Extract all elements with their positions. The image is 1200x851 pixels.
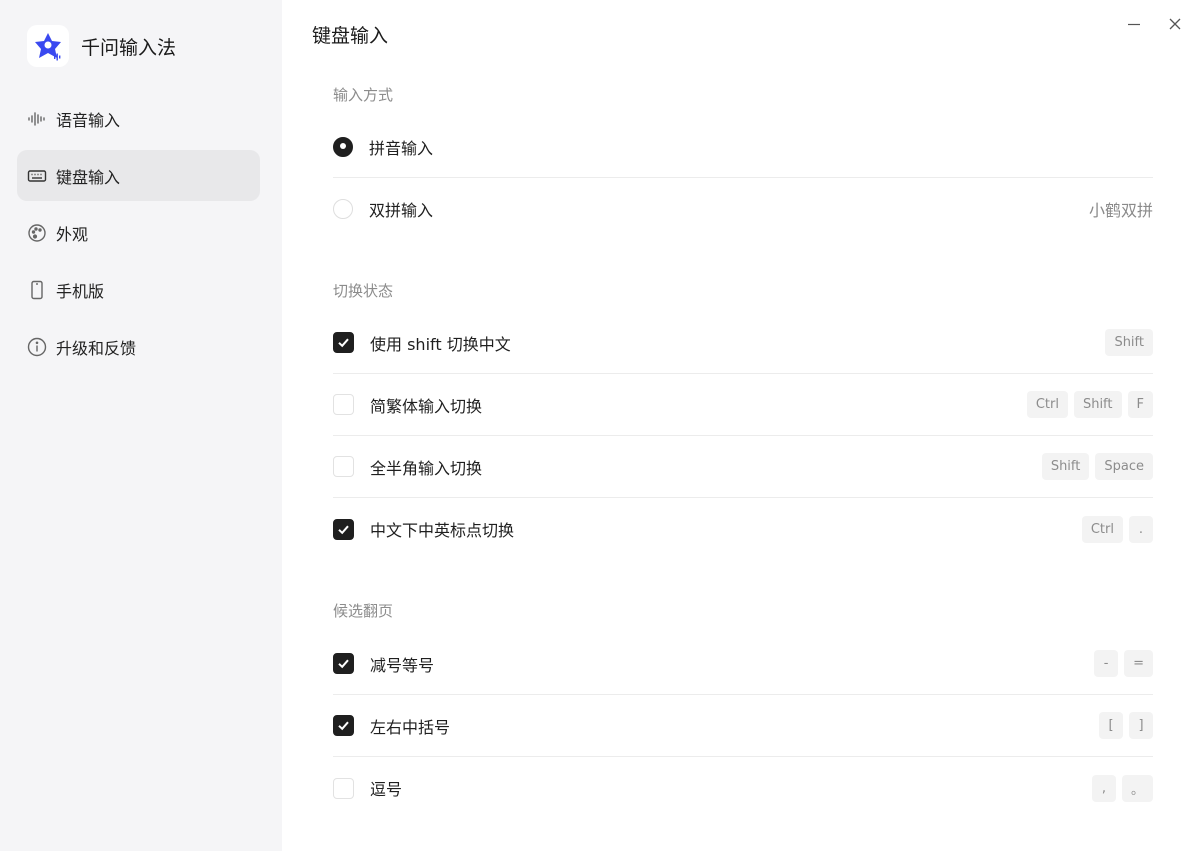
main-panel: 键盘输入 输入方式 拼音输入 双拼输入 小鹤双拼 切换状态 使用 shift 切… (282, 0, 1200, 851)
key-cap: Shift (1105, 329, 1153, 356)
close-icon (1169, 18, 1181, 30)
sidebar-item-voice-input[interactable]: 语音输入 (17, 93, 260, 144)
setting-label: 中文下中英标点切换 (370, 521, 515, 540)
checkbox[interactable] (333, 715, 354, 736)
minimize-icon (1128, 23, 1140, 26)
sidebar-item-label: 手机版 (56, 281, 105, 301)
option-label: 双拼输入 (369, 201, 434, 220)
sidebar-item-mobile[interactable]: 手机版 (17, 264, 260, 315)
setting-label: 全半角输入切换 (370, 458, 483, 478)
setting-label: 减号等号 (370, 655, 435, 675)
radio-option-pinyin[interactable]: 拼音输入 (333, 116, 1153, 178)
app-logo-icon (27, 25, 69, 67)
brand: 千问输入法 (27, 25, 176, 67)
checkmark-icon (338, 659, 349, 669)
setting-simplified-traditional[interactable]: 简繁体输入切换 Ctrl Shift F (333, 374, 1153, 436)
setting-label: 逗号 (370, 780, 403, 799)
checkmark-icon (338, 721, 349, 731)
shuangpin-scheme-select[interactable]: 小鹤双拼 (1089, 197, 1153, 221)
sidebar-item-upgrade-feedback[interactable]: 升级和反馈 (17, 321, 260, 372)
sidebar-item-appearance[interactable]: 外观 (17, 207, 260, 258)
key-cap: - (1094, 650, 1119, 677)
checkbox[interactable] (333, 332, 354, 353)
sidebar-item-label: 键盘输入 (56, 167, 121, 187)
key-cap: 。 (1121, 774, 1153, 802)
waveform-icon (27, 109, 47, 129)
radio-button[interactable] (333, 199, 353, 219)
radio-option-shuangpin[interactable]: 双拼输入 小鹤双拼 (333, 178, 1153, 240)
key-cap: F (1127, 391, 1153, 418)
key-cap: Ctrl (1081, 515, 1123, 543)
sidebar-item-label: 语音输入 (56, 110, 121, 130)
radio-button[interactable] (333, 136, 353, 157)
key-cap: Space (1095, 453, 1153, 480)
key-cap: ] (1129, 712, 1153, 739)
checkbox[interactable] (333, 653, 354, 674)
setting-label: 左右中括号 (370, 717, 451, 737)
setting-minus-equal[interactable]: 减号等号 - = (333, 633, 1153, 695)
page-title: 键盘输入 (312, 25, 389, 47)
key-cap: Shift (1041, 453, 1090, 480)
checkbox[interactable] (333, 456, 354, 477)
minimize-button[interactable] (1124, 14, 1144, 34)
key-cap: . (1129, 515, 1153, 543)
option-label: 拼音输入 (369, 138, 434, 158)
app-name: 千问输入法 (81, 36, 177, 59)
keyboard-icon (27, 166, 47, 186)
setting-label: 使用 shift 切换中文 (370, 334, 511, 354)
section-title-input-method: 输入方式 (333, 86, 394, 104)
info-icon (27, 337, 47, 357)
key-cap: , (1091, 774, 1116, 802)
phone-icon (27, 280, 47, 300)
setting-label: 简繁体输入切换 (370, 396, 483, 416)
section-title-paging: 候选翻页 (333, 602, 394, 620)
key-cap: Shift (1073, 391, 1122, 418)
checkbox[interactable] (333, 777, 354, 799)
checkmark-icon (338, 338, 349, 348)
sidebar-item-label: 外观 (56, 224, 89, 244)
checkbox[interactable] (333, 518, 354, 540)
sidebar-nav: 语音输入 键盘输入 外观 手机版 升级和反馈 (17, 93, 260, 378)
checkmark-icon (338, 525, 349, 534)
key-cap: = (1124, 650, 1153, 677)
sidebar-item-keyboard-input[interactable]: 键盘输入 (17, 150, 260, 201)
setting-comma-period[interactable]: 逗号 , 。 (333, 757, 1153, 819)
key-cap: Ctrl (1026, 391, 1068, 418)
section-title-switch-state: 切换状态 (333, 282, 394, 300)
checkbox[interactable] (333, 394, 354, 415)
setting-punctuation-switch[interactable]: 中文下中英标点切换 Ctrl . (333, 498, 1153, 560)
setting-full-half-width[interactable]: 全半角输入切换 Shift Space (333, 436, 1153, 498)
setting-square-brackets[interactable]: 左右中括号 [ ] (333, 695, 1153, 757)
sidebar: 千问输入法 语音输入 键盘输入 外观 手机版 升级和反馈 (0, 0, 282, 851)
palette-icon (27, 223, 47, 243)
sidebar-item-label: 升级和反馈 (56, 338, 137, 358)
close-button[interactable] (1165, 14, 1185, 34)
key-cap: [ (1099, 712, 1123, 739)
setting-shift-switch-chinese[interactable]: 使用 shift 切换中文 Shift (333, 312, 1153, 374)
